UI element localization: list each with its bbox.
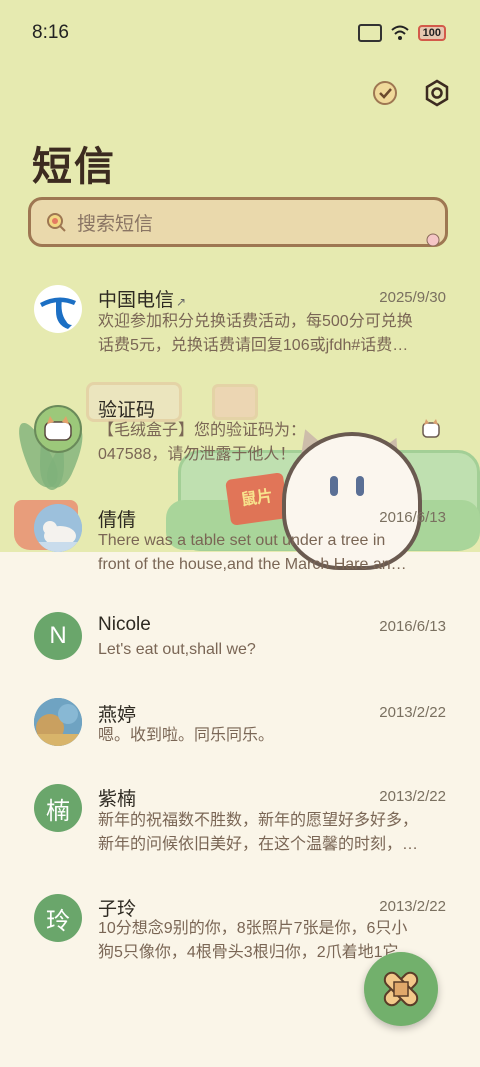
cat-avatar-icon <box>44 416 72 441</box>
china-telecom-logo-icon <box>35 286 81 332</box>
preview-line: 047588，请勿泄露于他人！ <box>98 446 296 463</box>
signal-icon <box>357 24 382 42</box>
message-preview: 新年的祝福数不胜数，新年的愿望好多好多， 新年的问候依旧美好，在这个温馨的时刻，… <box>98 809 446 857</box>
message-date: 2013/2/22 <box>379 704 446 721</box>
avatar <box>34 405 82 453</box>
battery-indicator: 100 <box>417 25 446 41</box>
status-icons: 100 <box>357 24 446 42</box>
list-item[interactable]: 燕婷 2013/2/22 嗯。收到啦。同乐同乐。 <box>0 696 480 756</box>
contact-name: 中国电信 <box>98 290 175 311</box>
message-date: 2016/6/13 <box>379 509 446 526</box>
photo-avatar-icon <box>34 698 82 746</box>
message-date: 2013/2/22 <box>379 898 446 915</box>
list-item[interactable]: 倩倩 2016/6/13 There was a table set out u… <box>0 500 480 590</box>
search-input[interactable]: 搜索短信 <box>28 197 448 247</box>
message-date: 2025/9/30 <box>379 289 446 306</box>
contact-name: Nicole <box>98 614 151 635</box>
list-item[interactable]: 验证码 【毛绒盒子】您的验证码为： 047588，请勿泄露于他人！ <box>0 392 480 492</box>
message-preview: Let's eat out,shall we? <box>98 638 446 662</box>
avatar <box>34 504 82 552</box>
pig-icon <box>426 233 440 246</box>
top-actions <box>370 78 452 108</box>
avatar <box>34 285 82 333</box>
avatar: 玲 <box>34 894 82 942</box>
message-preview: There was a table set out under a tree i… <box>98 529 446 577</box>
settings-button[interactable] <box>422 78 452 108</box>
edit-icon: ↗ <box>176 295 187 309</box>
polar-bear-avatar-icon <box>34 504 82 552</box>
avatar: N <box>34 612 82 660</box>
message-date: 2013/2/22 <box>379 788 446 805</box>
avatar: 楠 <box>34 784 82 832</box>
preview-line: 嗯。收到啦。同乐同乐。 <box>98 727 275 744</box>
preview-line: 新年的问候依旧美好，在这个温馨的时刻，… <box>98 836 419 853</box>
check-circle-icon <box>373 81 397 105</box>
preview-line: 欢迎参加积分兑换话费活动，每500分可兑换 <box>98 313 413 330</box>
search-placeholder: 搜索短信 <box>77 213 154 235</box>
list-item[interactable]: 楠 紫楠 2013/2/22 新年的祝福数不胜数，新年的愿望好多好多， 新年的问… <box>0 782 480 872</box>
preview-line: Let's eat out,shall we? <box>98 641 256 658</box>
contact-name: 燕婷 <box>98 705 137 726</box>
status-bar: 8:16 100 <box>0 0 480 66</box>
select-check-button[interactable] <box>370 78 400 108</box>
compose-button[interactable] <box>364 952 438 1026</box>
message-date: 2016/6/13 <box>379 618 446 635</box>
gear-icon <box>425 79 449 107</box>
wifi-icon <box>390 25 409 40</box>
preview-line: 【毛绒盒子】您的验证码为： <box>98 422 307 439</box>
message-preview: 欢迎参加积分兑换话费活动，每500分可兑换 话费5元，兑换话费请回复106或jf… <box>98 310 446 358</box>
preview-line: 话费5元，兑换话费请回复106或jfdh#话费… <box>98 337 409 354</box>
compose-icon <box>383 971 419 1007</box>
status-time: 8:16 <box>32 22 69 43</box>
message-preview: 嗯。收到啦。同乐同乐。 <box>98 724 446 748</box>
preview-line: 10分想念9别的你，8张照片7张是你，6只小 <box>98 920 408 937</box>
contact-name: 验证码 <box>98 400 156 421</box>
page-title: 短信 <box>32 145 116 189</box>
preview-line: 新年的祝福数不胜数，新年的愿望好多好多， <box>98 812 419 829</box>
contact-name: 倩倩 <box>98 510 137 531</box>
message-preview: 【毛绒盒子】您的验证码为： 047588，请勿泄露于他人！ <box>98 419 446 467</box>
preview-line: There was a table set out under a tree i… <box>98 532 386 549</box>
contact-name: 紫楠 <box>98 789 137 810</box>
list-item[interactable]: 中国电信 ↗ 2025/9/30 欢迎参加积分兑换话费活动，每500分可兑换 话费… <box>0 276 480 386</box>
list-item[interactable]: N Nicole 2016/6/13 Let's eat out,shall w… <box>0 610 480 670</box>
preview-line: front of the house,and the March Hare an… <box>98 556 407 573</box>
search-icon <box>47 213 66 232</box>
avatar <box>34 698 82 746</box>
